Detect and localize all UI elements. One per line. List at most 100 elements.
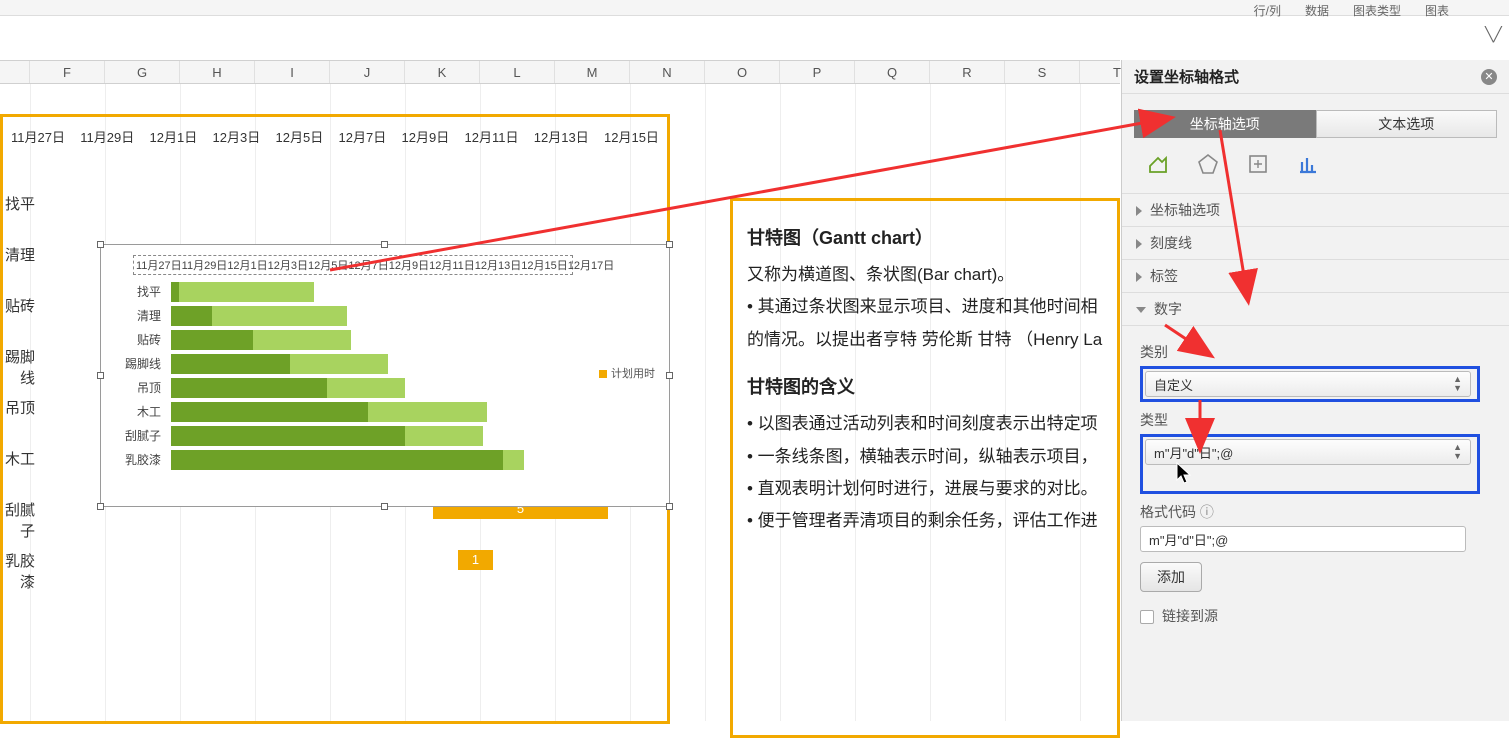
section-axis-options[interactable]: 坐标轴选项 <box>1122 194 1509 227</box>
chart-legend[interactable]: 计划用时 <box>599 365 655 381</box>
resize-handle[interactable] <box>666 241 673 248</box>
text-line: • 一条线条图，横轴表示时间，纵轴表示项目， <box>747 441 1103 473</box>
select-type[interactable]: m"月"d"日";@ ▲▼ <box>1145 439 1471 465</box>
axis-tick: 12月7日 <box>339 127 387 146</box>
column-header[interactable]: K <box>405 61 480 83</box>
axis-tick: 12月5日 <box>308 257 348 273</box>
chevron-updown-icon: ▲▼ <box>1453 375 1462 393</box>
resize-handle[interactable] <box>97 372 104 379</box>
highlight-category: 自定义 ▲▼ <box>1140 366 1480 402</box>
checkbox-icon[interactable] <box>1140 610 1154 624</box>
column-header[interactable] <box>0 61 30 83</box>
resize-handle[interactable] <box>666 372 673 379</box>
select-value: 自定义 <box>1154 375 1193 394</box>
resize-handle[interactable] <box>381 503 388 510</box>
column-header[interactable]: G <box>105 61 180 83</box>
section-number[interactable]: 数字 <box>1122 293 1509 326</box>
axis-tick: 12月1日 <box>227 257 267 273</box>
text-line: • 以图表通过活动列表和时间刻度表示出特定项 <box>747 408 1103 440</box>
column-header[interactable]: Q <box>855 61 930 83</box>
checkbox-linked-to-source[interactable]: 链接到源 <box>1140 606 1491 626</box>
label-type: 类型 <box>1140 410 1491 430</box>
legend-swatch-icon <box>599 370 607 378</box>
axis-tick: 11月29日 <box>182 257 228 273</box>
category-label: 木工 <box>111 403 161 420</box>
resize-handle[interactable] <box>97 503 104 510</box>
text-line: 又称为横道图、条状图(Bar chart)。 <box>747 259 1103 291</box>
tab-text-options[interactable]: 文本选项 <box>1316 110 1498 138</box>
axis-tick: 12月13日 <box>475 257 521 273</box>
axis-tick: 11月29日 <box>80 127 134 146</box>
format-axis-pane: 设置坐标轴格式 ✕ 坐标轴选项 文本选项 坐标轴选项 刻度线 标签 数字 类别 … <box>1121 60 1509 721</box>
text-line: 的情况。以提出者亨特 劳伦斯 甘特 （Henry La <box>747 324 1103 356</box>
axis-labels-selection[interactable]: 11月27日 11月29日 12月1日 12月3日 12月5日 12月7日 12… <box>133 255 573 275</box>
axis-tick: 12月9日 <box>389 257 429 273</box>
column-header[interactable]: H <box>180 61 255 83</box>
label-format-code: 格式代码 ⓘ <box>1140 502 1491 522</box>
category-label: 找平 <box>1 193 35 214</box>
column-header[interactable]: O <box>705 61 780 83</box>
section-number-content: 类别 自定义 ▲▼ 类型 m"月"d"日";@ ▲▼ 格式代码 ⓘ m"月"d"… <box>1122 326 1509 640</box>
accordion: 坐标轴选项 刻度线 标签 数字 类别 自定义 ▲▼ 类型 m"月"d"日";@ … <box>1122 194 1509 640</box>
category-label: 乳胶漆 <box>1 550 35 592</box>
axis-tick: 12月15日 <box>521 257 567 273</box>
tab-axis-options[interactable]: 坐标轴选项 <box>1134 110 1316 138</box>
column-header[interactable]: J <box>330 61 405 83</box>
column-headers[interactable]: F G H I J K L M N O P Q R S T <box>0 60 1120 84</box>
column-header[interactable]: I <box>255 61 330 83</box>
column-header[interactable]: P <box>780 61 855 83</box>
axis-tick: 12月11日 <box>429 257 475 273</box>
axis-tick: 12月7日 <box>348 257 388 273</box>
column-header[interactable]: R <box>930 61 1005 83</box>
category-label: 吊顶 <box>1 397 35 418</box>
effects-icon[interactable] <box>1196 152 1220 181</box>
gantt-bar: 1 <box>458 550 493 570</box>
axis-tick: 12月5日 <box>276 127 324 146</box>
category-label: 木工 <box>1 448 35 469</box>
axis-tick: 11月27日 <box>11 127 65 146</box>
resize-handle[interactable] <box>666 503 673 510</box>
pane-category-icons <box>1122 148 1509 194</box>
column-header[interactable]: L <box>480 61 555 83</box>
add-button[interactable]: 添加 <box>1140 562 1202 592</box>
close-icon[interactable]: ✕ <box>1481 69 1497 85</box>
column-header[interactable]: M <box>555 61 630 83</box>
section-tick-marks[interactable]: 刻度线 <box>1122 227 1509 260</box>
section-labels[interactable]: 标签 <box>1122 260 1509 293</box>
axis-tick: 12月11日 <box>465 127 519 146</box>
category-label: 刮腻子 <box>111 427 161 444</box>
chevron-updown-icon: ▲▼ <box>1453 443 1462 461</box>
size-properties-icon[interactable] <box>1246 152 1270 181</box>
collapse-ribbon-icon[interactable]: ╲╱ <box>1485 26 1503 38</box>
pane-tabs: 坐标轴选项 文本选项 <box>1134 110 1497 138</box>
resize-handle[interactable] <box>97 241 104 248</box>
worksheet-area[interactable]: 11月27日 11月29日 12月1日 12月3日 12月5日 12月7日 12… <box>0 84 1120 721</box>
input-format-code[interactable]: m"月"d"日";@ <box>1140 526 1466 552</box>
axis-options-icon[interactable] <box>1296 152 1320 181</box>
ribbon-group-labels: 行/列 数据 图表类型 图表 <box>1254 0 1449 19</box>
inner-chart-rows: 找平 清理 贴砖 踢脚线 吊顶 木工 刮腻子 乳胶漆 <box>111 280 581 472</box>
category-label: 找平 <box>111 283 161 300</box>
label-category: 类别 <box>1140 342 1491 362</box>
column-header[interactable]: F <box>30 61 105 83</box>
info-icon[interactable]: ⓘ <box>1200 504 1214 520</box>
outer-gantt-axis-labels: 11月27日 11月29日 12月1日 12月3日 12月5日 12月7日 12… <box>11 127 659 146</box>
fill-line-icon[interactable] <box>1146 152 1170 181</box>
inner-chart-selected[interactable]: 11月27日 11月29日 12月1日 12月3日 12月5日 12月7日 12… <box>100 244 670 507</box>
axis-tick: 12月15日 <box>604 127 659 146</box>
ribbon-group: 图表类型 <box>1353 2 1401 19</box>
column-header[interactable]: N <box>630 61 705 83</box>
resize-handle[interactable] <box>381 241 388 248</box>
description-text-box[interactable]: 甘特图（Gantt chart） 又称为横道图、条状图(Bar chart)。 … <box>730 198 1120 738</box>
select-category[interactable]: 自定义 ▲▼ <box>1145 371 1471 397</box>
pane-title: 设置坐标轴格式 <box>1134 66 1239 87</box>
text-subtitle: 甘特图的含义 <box>747 370 1103 404</box>
text-title: 甘特图（Gantt chart） <box>747 221 1103 255</box>
axis-tick: 12月13日 <box>534 127 589 146</box>
column-header[interactable]: S <box>1005 61 1080 83</box>
pane-header: 设置坐标轴格式 ✕ <box>1122 60 1509 94</box>
axis-tick: 12月1日 <box>150 127 198 146</box>
select-value: m"月"d"日";@ <box>1154 443 1233 462</box>
category-label: 贴砖 <box>1 295 35 316</box>
category-label: 清理 <box>111 307 161 324</box>
